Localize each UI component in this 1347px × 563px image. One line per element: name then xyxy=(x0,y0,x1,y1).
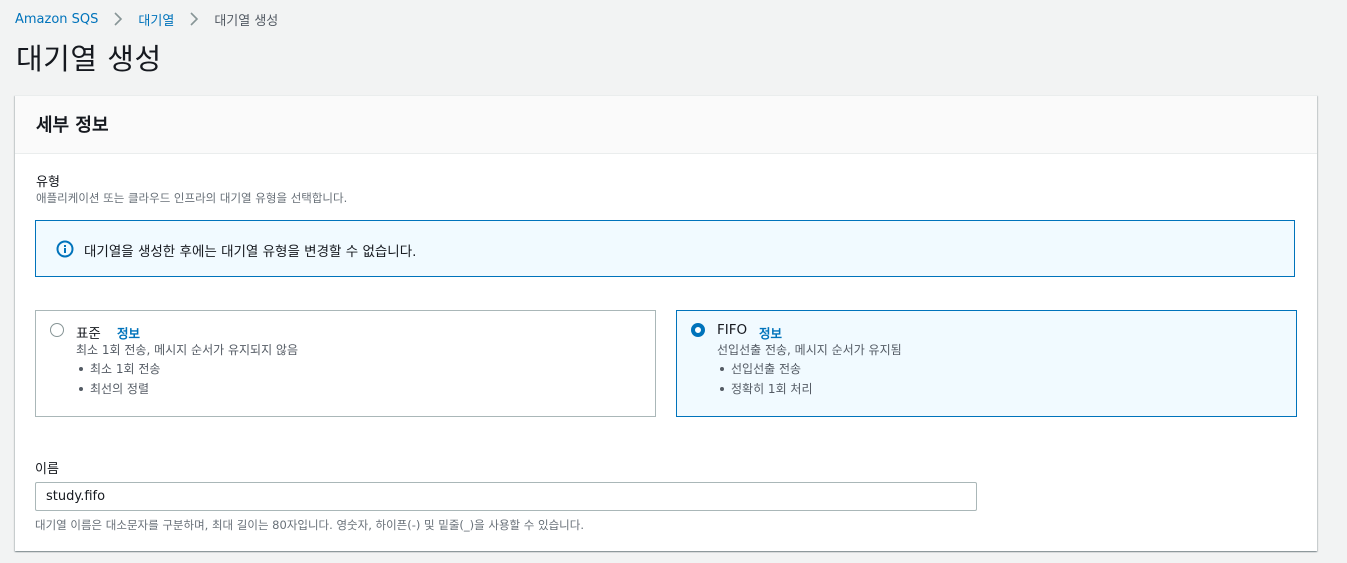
details-panel-header: 세부 정보 xyxy=(15,96,1317,154)
standard-title: 표준 xyxy=(76,326,101,342)
list-item: 정확히 1회 처리 xyxy=(717,381,813,401)
standard-queue-tile[interactable]: 표준 정보 최소 1회 전송, 메시지 순서가 유지되지 않음 최소 1회 전송… xyxy=(35,310,656,417)
fifo-radio[interactable] xyxy=(691,323,705,337)
fifo-queue-tile[interactable]: FIFO 정보 선입선출 전송, 메시지 순서가 유지됨 선입선출 전송 정확히… xyxy=(676,310,1297,417)
name-constraint: 대기열 이름은 대소문자를 구분하며, 최대 길이는 80자입니다. 영숫자, … xyxy=(35,518,584,532)
fifo-description: 선입선출 전송, 메시지 순서가 유지됨 xyxy=(717,343,902,357)
standard-radio[interactable] xyxy=(50,323,64,337)
fifo-title: FIFO xyxy=(717,322,748,338)
breadcrumb-amazon-sqs[interactable]: Amazon SQS xyxy=(15,12,98,27)
standard-description: 최소 1회 전송, 메시지 순서가 유지되지 않음 xyxy=(76,343,299,357)
name-label: 이름 xyxy=(35,462,59,477)
standard-info-link[interactable]: 정보 xyxy=(117,323,140,342)
type-label: 유형 xyxy=(36,175,60,190)
breadcrumb: Amazon SQS 대기열 대기열 생성 xyxy=(15,10,279,29)
info-icon xyxy=(56,240,74,258)
standard-features: 최소 1회 전송 최선의 정렬 xyxy=(76,361,160,401)
breadcrumb-current: 대기열 생성 xyxy=(214,13,279,29)
chevron-right-icon xyxy=(114,12,123,26)
list-item: 최선의 정렬 xyxy=(76,381,160,401)
page-title: 대기열 생성 xyxy=(16,42,162,76)
breadcrumb-queues[interactable]: 대기열 xyxy=(138,10,174,29)
details-panel: 세부 정보 유형 애플리케이션 또는 클라우드 인프라의 대기열 유형을 선택합… xyxy=(15,95,1317,551)
chevron-right-icon xyxy=(190,12,199,26)
details-panel-title: 세부 정보 xyxy=(36,115,109,136)
list-item: 선입선출 전송 xyxy=(717,361,813,381)
queue-name-input[interactable] xyxy=(35,482,977,511)
list-item: 최소 1회 전송 xyxy=(76,361,160,381)
fifo-features: 선입선출 전송 정확히 1회 처리 xyxy=(717,361,813,401)
info-alert: 대기열을 생성한 후에는 대기열 유형을 변경할 수 없습니다. xyxy=(35,220,1295,277)
fifo-info-link[interactable]: 정보 xyxy=(759,323,782,342)
type-description: 애플리케이션 또는 클라우드 인프라의 대기열 유형을 선택합니다. xyxy=(36,191,348,205)
alert-text: 대기열을 생성한 후에는 대기열 유형을 변경할 수 없습니다. xyxy=(84,244,417,260)
